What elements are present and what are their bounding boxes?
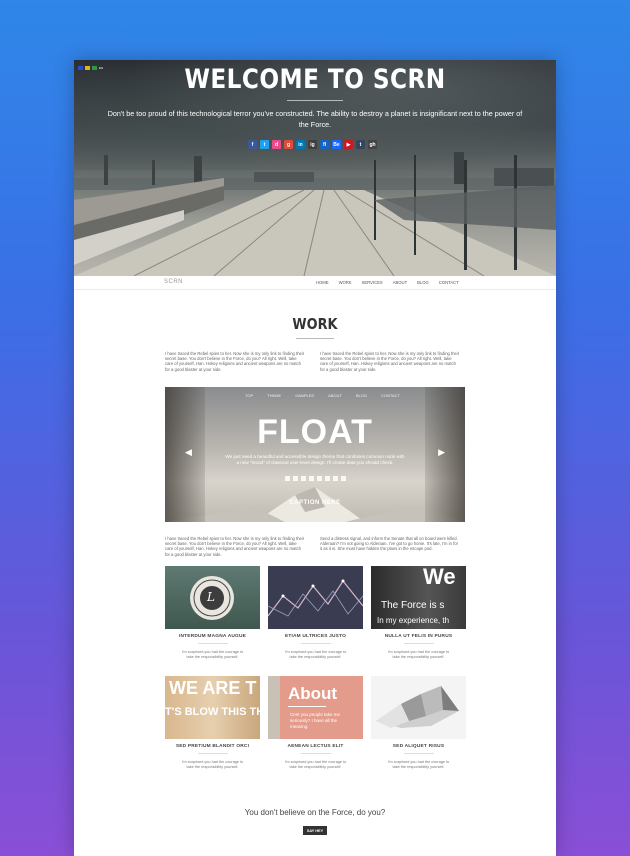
portfolio-thumb[interactable]: L (165, 566, 260, 629)
hero-banner: EN WELCOME TO SCRN Don't be too proud of… (74, 60, 556, 276)
flag-germany-icon[interactable] (85, 66, 90, 70)
slider-menu-top[interactable]: TOP (245, 393, 253, 398)
nav-item-work[interactable]: WORK (339, 280, 352, 285)
card-text: I'm surprised you had the courage to tak… (284, 650, 347, 659)
slider-menu-about[interactable]: ABOUT (328, 393, 342, 398)
polygon-mountain-graphic (376, 686, 459, 728)
page: EN WELCOME TO SCRN Don't be too proud of… (74, 60, 556, 856)
dribbble-icon[interactable] (301, 476, 306, 481)
slider-menu-blog[interactable]: BLOG (356, 393, 367, 398)
say-hey-button[interactable]: SAY HEY (303, 826, 327, 835)
badge-letter: L (207, 590, 215, 604)
github-icon[interactable]: gh (368, 140, 377, 149)
twitter-icon[interactable]: t (260, 140, 269, 149)
slider-caption: CAPTION HERE (289, 500, 341, 506)
navbar: SCRN HOME WORK SERVICES ABOUT BLOG CONTA… (74, 276, 556, 290)
slider-next-arrow-icon[interactable]: ▶ (438, 447, 445, 458)
thumb-line-1: The Force is s (381, 600, 445, 611)
linkedin-icon[interactable] (317, 476, 322, 481)
hero-divider (287, 100, 343, 101)
google-plus-icon[interactable]: g (284, 140, 293, 149)
language-label[interactable]: EN (99, 66, 103, 70)
hero-title: WELCOME TO SCRN (184, 64, 446, 95)
nav-item-services[interactable]: SERVICES (362, 280, 383, 285)
card-title[interactable]: ETIAM ULTRICES JUSTO (268, 634, 363, 639)
card-text: I'm surprised you had the courage to tak… (181, 760, 244, 769)
portfolio-card[interactable]: About Cent you people take me seriously?… (268, 676, 363, 770)
slider-menu-contact[interactable]: CONTACT (381, 393, 400, 398)
flickr-icon[interactable]: fl (320, 140, 329, 149)
portfolio-thumb[interactable]: WE ARE T T'S BLOW THIS THI (165, 676, 260, 739)
description-paragraph-left: I have traced the Rebel spies to her. No… (165, 536, 305, 557)
card-title[interactable]: SED PRETIUM BLANDIT ORCI (165, 744, 260, 749)
card-text: I'm surprised you had the courage to tak… (284, 760, 347, 769)
card-text: I'm surprised you had the courage to tak… (181, 650, 244, 659)
slider-menu: TOP THEME SAMPLES ABOUT BLOG CONTACT (245, 393, 400, 398)
portfolio-card[interactable]: WE ARE T T'S BLOW THIS THI SED PRETIUM B… (165, 676, 260, 770)
slider-prev-arrow-icon[interactable]: ◀ (185, 447, 192, 458)
intro-paragraph-left: I have traced the Rebel spies to her. No… (165, 351, 305, 372)
flag-france-icon[interactable] (78, 66, 83, 70)
thumb-subheading: T'S BLOW THIS THI (165, 706, 260, 718)
line-graph-graphic (268, 579, 363, 617)
slider-menu-theme[interactable]: THEME (267, 393, 281, 398)
card-title[interactable]: SED ALIQUET RISUS (371, 744, 466, 749)
twitter-icon[interactable] (293, 476, 298, 481)
portfolio-card[interactable]: L INTERDUM MAGNA AUGUE I'm surprised you… (165, 566, 260, 660)
nav-item-about[interactable]: ABOUT (393, 280, 407, 285)
language-switcher[interactable]: EN (78, 66, 103, 70)
thumb-heading: WE ARE T (169, 678, 257, 698)
flag-italy-icon[interactable] (92, 66, 97, 70)
card-title[interactable]: AENEAN LECTUS ELIT (268, 744, 363, 749)
section-divider (296, 338, 334, 339)
social-icons: f t d g in ig fl Be ▶ t gh (248, 140, 377, 149)
portfolio-thumb[interactable] (371, 676, 466, 739)
card-title[interactable]: NULLA UT FELIS IN PURUS (371, 634, 466, 639)
facebook-icon[interactable] (285, 476, 290, 481)
portfolio-thumb[interactable]: About Cent you people take me seriously?… (268, 676, 363, 739)
hero-tagline: Don't be too proud of this technological… (107, 109, 523, 129)
portfolio-thumb[interactable] (268, 566, 363, 629)
thumb-heading: We (423, 566, 456, 589)
instagram-icon[interactable]: ig (308, 140, 317, 149)
thumb-line-2: In my experience, th (377, 616, 450, 625)
slider-menu-samples[interactable]: SAMPLES (295, 393, 314, 398)
portfolio-card[interactable]: We The Force is s In my experience, th N… (371, 566, 466, 660)
site-logo[interactable]: SCRN (164, 279, 183, 285)
youtube-icon[interactable]: ▶ (344, 140, 353, 149)
card-text: I'm surprised you had the courage to tak… (387, 760, 450, 769)
facebook-icon[interactable]: f (248, 140, 257, 149)
slider-text: We just need a beautiful and accessible … (225, 454, 405, 465)
linkedin-icon[interactable]: in (296, 140, 305, 149)
dribbble-icon[interactable]: d (272, 140, 281, 149)
intro-paragraph-right: I have traced the Rebel spies to her. No… (320, 351, 460, 372)
card-title[interactable]: INTERDUM MAGNA AUGUE (165, 634, 260, 639)
card-text: I'm surprised you had the courage to tak… (387, 650, 450, 659)
project-slider[interactable]: TOP THEME SAMPLES ABOUT BLOG CONTACT FLO… (165, 387, 465, 522)
portfolio-thumb[interactable]: We The Force is s In my experience, th (371, 566, 466, 629)
nav-item-blog[interactable]: BLOG (417, 280, 429, 285)
github-icon[interactable] (341, 476, 346, 481)
youtube-icon[interactable] (333, 476, 338, 481)
portfolio-card[interactable]: ETIAM ULTRICES JUSTO I'm surprised you h… (268, 566, 363, 660)
main-menu: HOME WORK SERVICES ABOUT BLOG CONTACT (316, 280, 459, 285)
nav-item-home[interactable]: HOME (316, 280, 329, 285)
description-paragraph-right: Send a distress signal, and inform the S… (320, 536, 458, 552)
thumb-text: Cent you people take me seriously? I hav… (290, 712, 341, 729)
tumblr-icon[interactable]: t (356, 140, 365, 149)
thumb-heading: About (288, 684, 338, 703)
cta-question: You don't believe on the Force, do you? (244, 808, 386, 817)
google-plus-icon[interactable] (309, 476, 314, 481)
section-title: WORK (292, 315, 338, 333)
slider-social-icons (285, 476, 346, 481)
behance-icon[interactable]: Be (332, 140, 341, 149)
slider-title: FLOAT (257, 413, 373, 451)
nav-item-contact[interactable]: CONTACT (439, 280, 459, 285)
portfolio-card[interactable]: SED ALIQUET RISUS I'm surprised you had … (371, 676, 466, 770)
instagram-icon[interactable] (325, 476, 330, 481)
